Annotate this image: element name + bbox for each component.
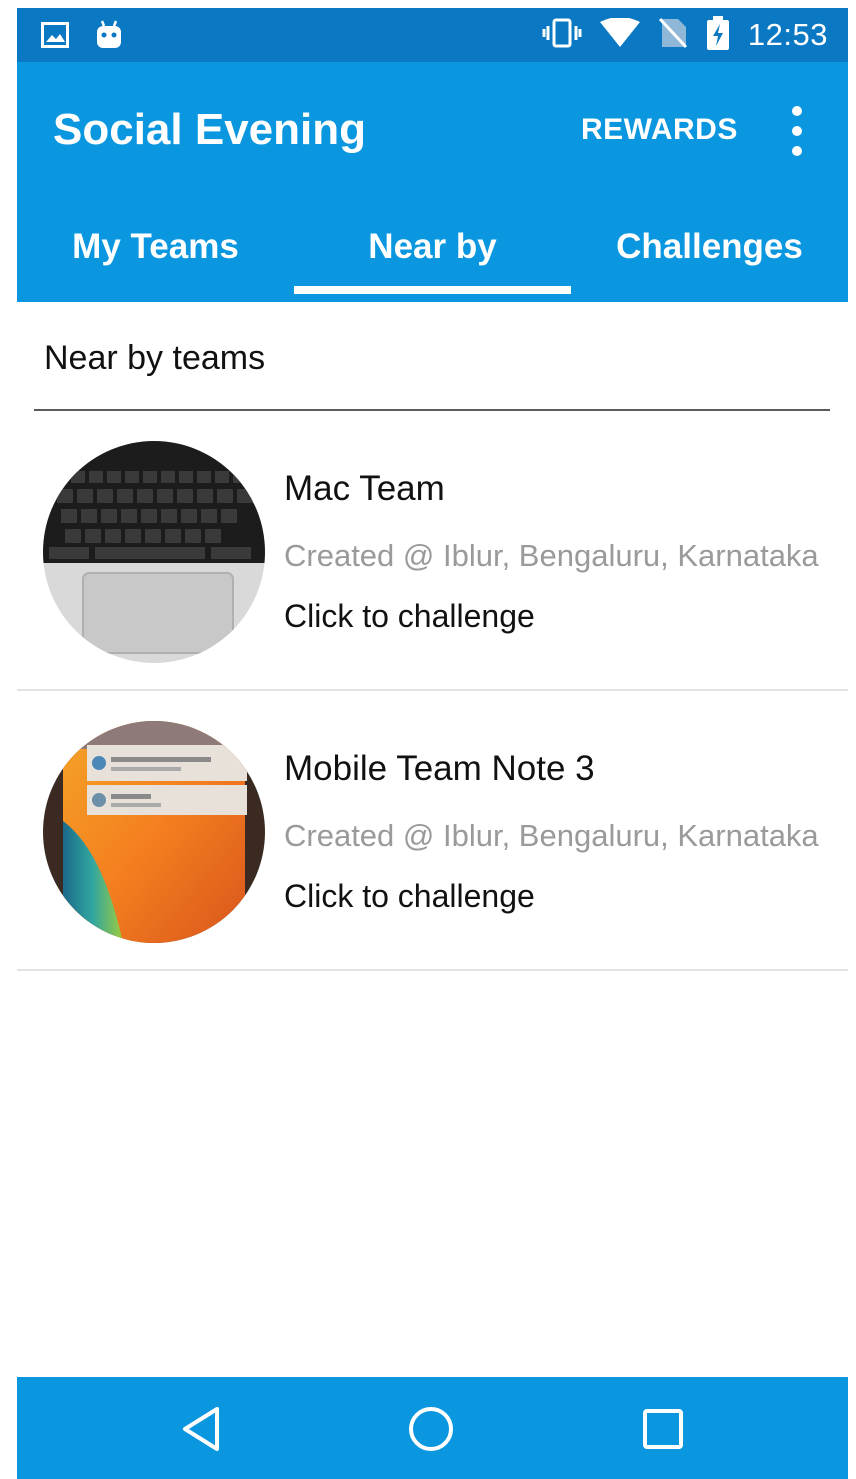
home-icon[interactable]: [401, 1399, 461, 1459]
vibrate-icon: [542, 18, 582, 53]
status-time: 12:53: [747, 17, 828, 52]
app-screen: 12:53 Social Evening REWARDS My Teams Ne…: [17, 8, 848, 1479]
wifi-icon: [599, 16, 640, 53]
tab-challenges[interactable]: Challenges: [571, 207, 848, 302]
app-bar: Social Evening REWARDS My Teams Near by …: [17, 62, 848, 302]
tab-bar: My Teams Near by Challenges: [17, 207, 848, 302]
status-bar: 12:53: [17, 8, 848, 62]
recents-icon[interactable]: [633, 1399, 693, 1459]
team-avatar-phone-screen: [43, 721, 265, 943]
team-name: Mobile Team Note 3: [284, 749, 595, 788]
tab-near-by[interactable]: Near by: [294, 207, 571, 302]
more-vert-icon[interactable]: [787, 106, 807, 156]
team-list-item[interactable]: Mobile Team Note 3 Created @ Iblur, Beng…: [17, 691, 848, 971]
challenge-link[interactable]: Click to challenge: [284, 874, 535, 918]
image-icon: [41, 22, 69, 53]
challenge-link[interactable]: Click to challenge: [284, 594, 535, 638]
battery-charging-icon: [706, 15, 730, 55]
back-icon[interactable]: [171, 1399, 231, 1459]
team-list-item[interactable]: Mac Team Created @ Iblur, Bengaluru, Kar…: [17, 411, 848, 691]
rewards-button[interactable]: REWARDS: [581, 110, 738, 150]
team-name: Mac Team: [284, 469, 445, 508]
tab-my-teams[interactable]: My Teams: [17, 207, 294, 302]
row-divider: [17, 969, 848, 971]
app-title: Social Evening: [53, 105, 366, 154]
team-avatar-laptop-keyboard: [43, 441, 265, 663]
section-title: Near by teams: [44, 339, 266, 377]
android-icon: [95, 20, 123, 55]
system-nav-bar: [17, 1377, 848, 1479]
team-location: Created @ Iblur, Bengaluru, Karnataka: [284, 538, 819, 573]
no-sim-icon: [658, 17, 688, 54]
team-location: Created @ Iblur, Bengaluru, Karnataka: [284, 818, 819, 853]
